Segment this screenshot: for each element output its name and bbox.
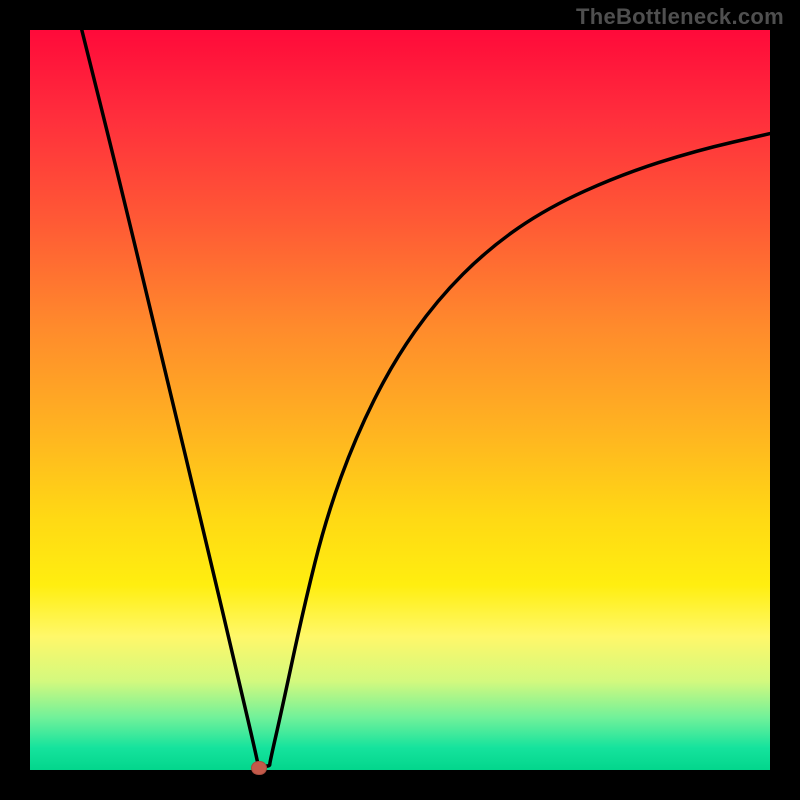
bottleneck-curve: [30, 30, 770, 770]
chart-frame: TheBottleneck.com: [0, 0, 800, 800]
plot-area: [30, 30, 770, 770]
watermark-text: TheBottleneck.com: [576, 4, 784, 30]
curve-path: [82, 30, 770, 766]
optimal-point-marker: [251, 761, 267, 775]
